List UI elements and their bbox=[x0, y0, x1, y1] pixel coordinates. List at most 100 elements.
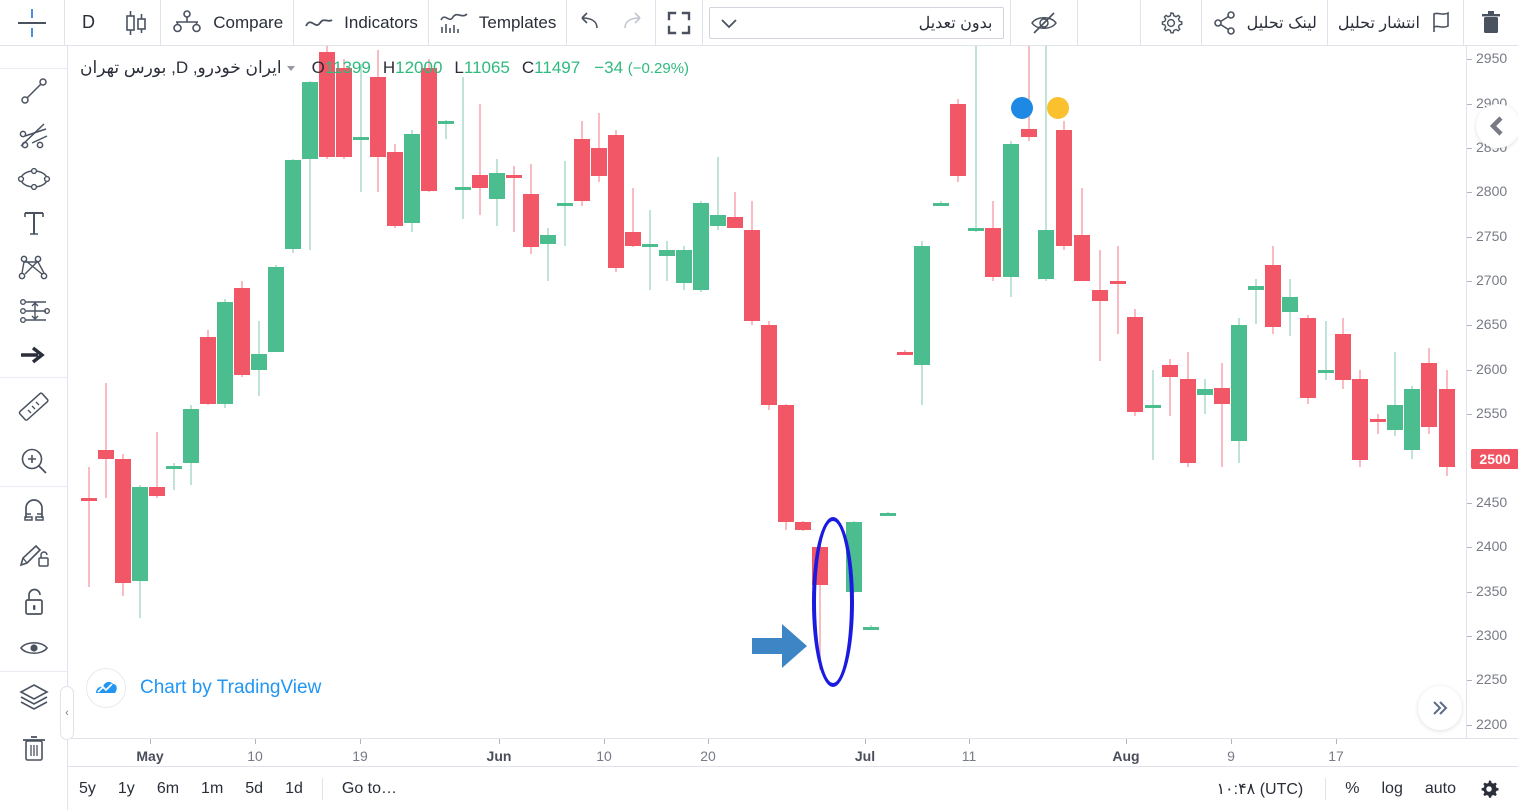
candle-body bbox=[268, 266, 284, 353]
candle-body bbox=[1038, 229, 1054, 280]
candle-body bbox=[353, 137, 369, 141]
tradingview-logo-icon bbox=[86, 668, 126, 708]
candle-body bbox=[914, 245, 930, 366]
price-axis-tick: 2200 bbox=[1467, 716, 1518, 732]
undo-button[interactable] bbox=[567, 0, 611, 46]
measure-tool[interactable] bbox=[0, 378, 67, 436]
redo-button[interactable] bbox=[611, 0, 655, 46]
candle-body bbox=[968, 227, 984, 231]
scroll-to-realtime-button[interactable] bbox=[1418, 686, 1462, 730]
candle-body bbox=[438, 121, 454, 125]
candle-body bbox=[421, 68, 437, 191]
price-axis-tick: 2600 bbox=[1467, 361, 1518, 377]
chart-style-button[interactable] bbox=[112, 0, 160, 46]
share-link-label: لینک تحلیل bbox=[1246, 14, 1317, 32]
text-tool[interactable] bbox=[0, 201, 67, 245]
pitchfork-icon bbox=[19, 123, 47, 149]
delete-button[interactable] bbox=[1464, 0, 1518, 46]
auto-scale-button[interactable]: auto bbox=[1414, 767, 1467, 810]
range-button-5d[interactable]: 5d bbox=[234, 767, 274, 810]
candle-body bbox=[591, 148, 607, 177]
candle-body bbox=[642, 243, 658, 248]
trend-line-tool[interactable] bbox=[0, 69, 67, 113]
chevron-down-icon[interactable] bbox=[286, 65, 295, 71]
price-axis[interactable]: 2950290028502800275027002650260025502500… bbox=[1466, 46, 1518, 738]
magnet-mode-toggle[interactable] bbox=[0, 487, 67, 533]
candle-body bbox=[1056, 130, 1072, 246]
range-button-1m[interactable]: 1m bbox=[190, 767, 234, 810]
patterns-tool[interactable] bbox=[0, 245, 67, 289]
zoom-in-tool[interactable] bbox=[0, 436, 67, 486]
range-button-1y[interactable]: 1y bbox=[107, 767, 146, 810]
prediction-tool[interactable] bbox=[0, 289, 67, 333]
left-toolbar-group-objects bbox=[0, 672, 67, 774]
object-tree-button[interactable] bbox=[0, 672, 67, 722]
trend-line-icon bbox=[20, 78, 47, 104]
share-node-icon bbox=[1213, 10, 1235, 35]
candle-wick bbox=[1152, 369, 1154, 461]
adjustment-select[interactable]: بدون تعدیل bbox=[709, 6, 1004, 39]
share-link-button[interactable]: لینک تحلیل bbox=[1202, 0, 1327, 46]
range-button-1d[interactable]: 1d bbox=[274, 767, 314, 810]
undo-arrow-icon bbox=[581, 11, 599, 28]
toolbar-divider bbox=[702, 0, 704, 46]
price-axis-tick: 2750 bbox=[1467, 228, 1518, 244]
log-scale-button[interactable]: log bbox=[1371, 767, 1414, 810]
candle-body bbox=[557, 203, 573, 207]
compare-button[interactable]: Compare bbox=[161, 0, 293, 46]
goto-button[interactable]: Go to… bbox=[331, 767, 408, 810]
hide-drawings-toggle[interactable] bbox=[0, 625, 67, 671]
candle-body bbox=[1180, 378, 1196, 463]
yellow-dot-annotation[interactable] bbox=[1047, 97, 1069, 119]
candle-body bbox=[727, 217, 743, 228]
interval-button[interactable]: D bbox=[65, 0, 112, 46]
bottom-divider bbox=[1325, 777, 1327, 800]
compare-label: Compare bbox=[213, 12, 284, 32]
remove-drawings-button[interactable] bbox=[0, 722, 67, 774]
candle-body bbox=[744, 229, 760, 322]
arrow-annotation[interactable] bbox=[752, 620, 808, 672]
indicators-button[interactable]: Indicators bbox=[294, 0, 428, 46]
templates-button[interactable]: Templates bbox=[429, 0, 566, 46]
crosshair-tool-button[interactable] bbox=[0, 0, 64, 46]
price-axis-tick: 2350 bbox=[1467, 583, 1518, 599]
range-button-6m[interactable]: 6m bbox=[146, 767, 190, 810]
blue-dot-annotation[interactable] bbox=[1011, 97, 1033, 119]
redo-arrow-icon bbox=[624, 11, 641, 28]
date-range-buttons: 5y 1y 6m 1m 5d 1d bbox=[68, 767, 314, 810]
top-toolbar: D Compare Indicators Templates بدون تعدی… bbox=[0, 0, 1518, 46]
candle-body bbox=[795, 522, 811, 530]
ellipse-annotation[interactable] bbox=[812, 517, 854, 687]
candle-body bbox=[1265, 265, 1281, 328]
fullscreen-button[interactable] bbox=[656, 0, 702, 46]
shapes-tool[interactable] bbox=[0, 157, 67, 201]
stay-in-drawing-mode-toggle[interactable] bbox=[0, 533, 67, 579]
cursor-tool[interactable] bbox=[0, 46, 67, 68]
lock-drawings-toggle[interactable] bbox=[0, 579, 67, 625]
chart-area[interactable]: ایران خودرو, D, بورس تهران O11399 H12000… bbox=[60, 46, 1518, 810]
hide-drawings-button[interactable] bbox=[1011, 0, 1077, 46]
candle-body bbox=[98, 449, 114, 459]
chart-properties-button[interactable] bbox=[1467, 767, 1518, 810]
candle-body bbox=[336, 68, 352, 157]
chart-settings-button[interactable] bbox=[1141, 0, 1201, 46]
arrow-marker-tool[interactable] bbox=[0, 333, 67, 377]
candle-body bbox=[933, 203, 949, 207]
pitchfork-tool[interactable] bbox=[0, 113, 67, 157]
collapse-pane-button[interactable] bbox=[1476, 104, 1518, 148]
publish-analysis-button[interactable]: انتشار تحلیل bbox=[1328, 0, 1463, 46]
range-button-5y[interactable]: 5y bbox=[68, 767, 107, 810]
left-panel-handle[interactable]: ‹ bbox=[60, 686, 74, 740]
clock-label[interactable]: ۱۰:۴۸ (UTC) bbox=[1202, 779, 1317, 799]
ohlc-high-key: H bbox=[382, 58, 396, 77]
price-axis-tick: 2700 bbox=[1467, 272, 1518, 288]
percent-scale-button[interactable]: % bbox=[1334, 767, 1370, 810]
tradingview-brand[interactable]: Chart by TradingView bbox=[86, 668, 321, 708]
candle-wick bbox=[1377, 414, 1379, 434]
candle-body bbox=[659, 250, 675, 257]
ellipse-shape-icon bbox=[17, 167, 50, 191]
eye-crossed-icon bbox=[1030, 11, 1057, 34]
tradingview-chart-app: D Compare Indicators Templates بدون تعدی… bbox=[0, 0, 1518, 810]
candle-body bbox=[200, 336, 216, 404]
symbol-title[interactable]: ایران خودرو, D, بورس تهران bbox=[80, 58, 282, 78]
